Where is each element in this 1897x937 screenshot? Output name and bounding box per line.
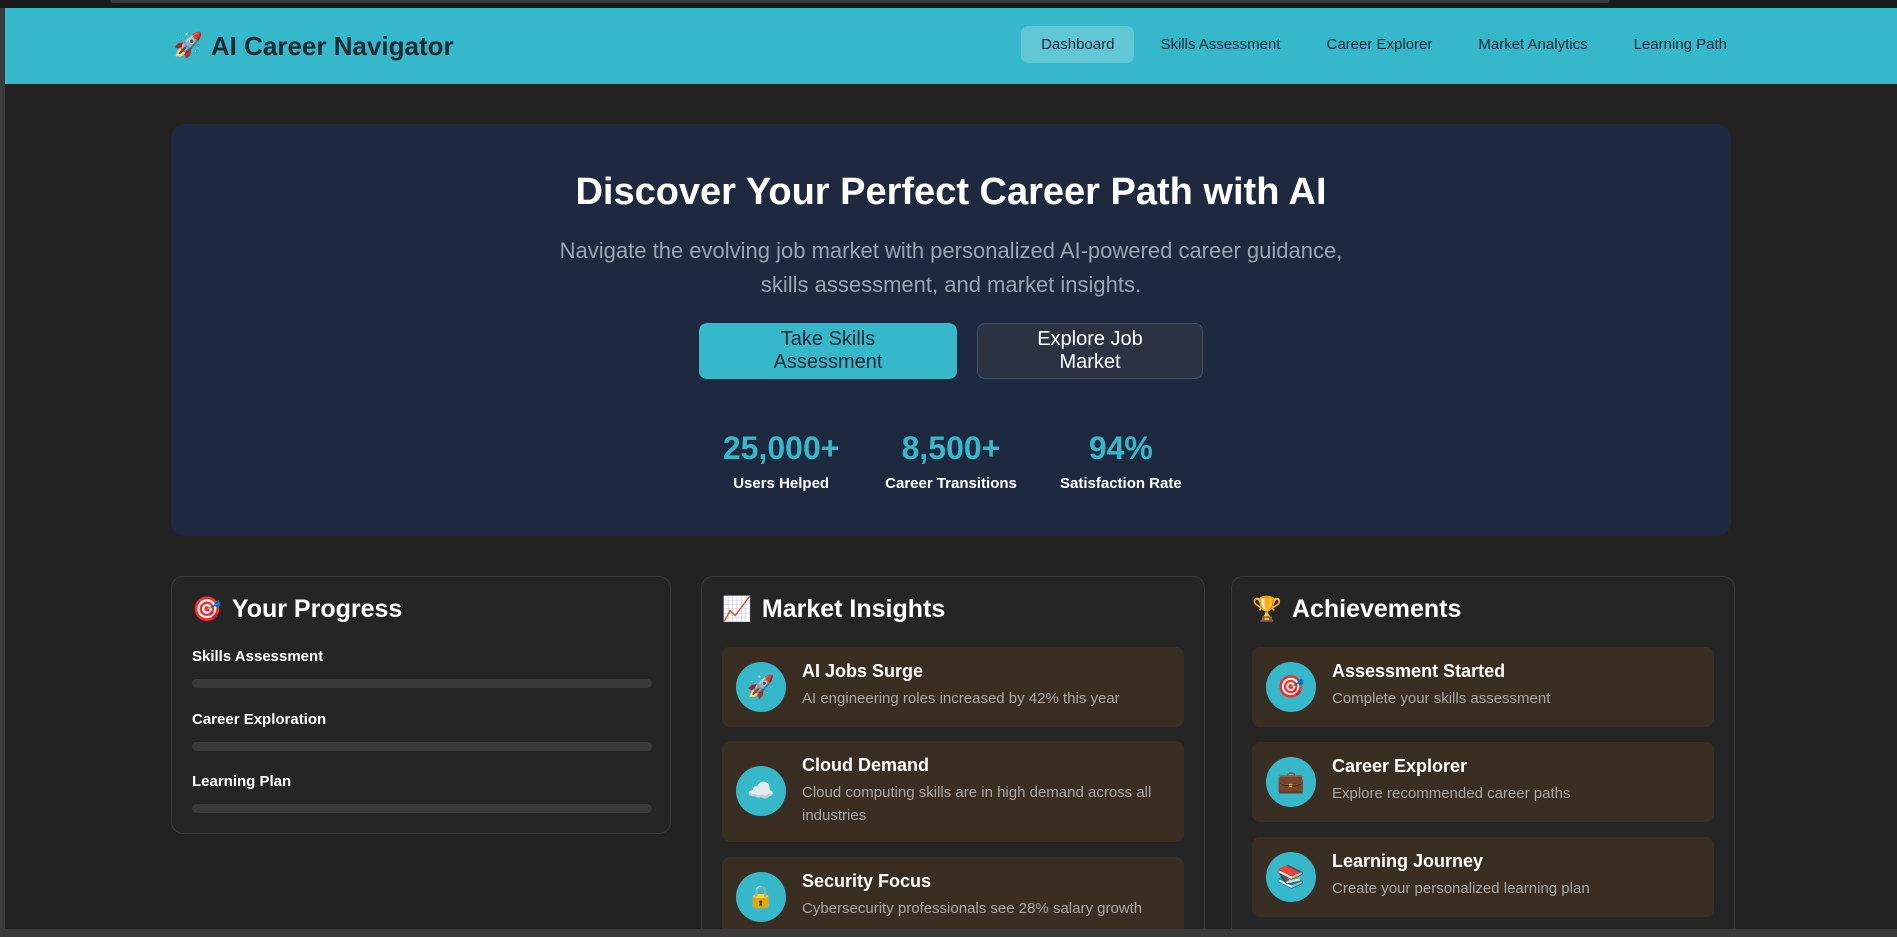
page-viewport: 🚀 AI Career Navigator Dashboard Skills A… xyxy=(5,8,1897,929)
nav-dashboard[interactable]: Dashboard xyxy=(1021,26,1135,63)
stat-users-helped: 25,000+ Users Helped xyxy=(717,430,845,492)
progress-bar xyxy=(192,804,652,813)
progress-card-title: 🎯 Your Progress xyxy=(192,595,402,624)
stat-satisfaction-rate: 94% Satisfaction Rate xyxy=(1057,430,1185,492)
chart-increasing-icon: 📈 xyxy=(722,595,752,623)
insight-item-security-focus[interactable]: 🔒 Security Focus Cybersecurity professio… xyxy=(722,857,1184,929)
achievement-assessment-started[interactable]: 🎯 Assessment Started Complete your skill… xyxy=(1252,647,1714,727)
market-insights-card: 📈 Market Insights 🚀 AI Jobs Surge AI eng… xyxy=(701,576,1205,929)
card-title-text: Achievements xyxy=(1291,595,1462,623)
stat-value: 25,000+ xyxy=(722,430,840,466)
hero-stats: 25,000+ Users Helped 8,500+ Career Trans… xyxy=(171,430,1731,492)
achievement-desc: Explore recommended career paths xyxy=(1332,785,1571,802)
achievement-learning-journey[interactable]: 📚 Learning Journey Create your personali… xyxy=(1252,837,1714,917)
achievement-desc: Create your personalized learning plan xyxy=(1332,880,1590,897)
rocket-icon: 🚀 xyxy=(736,662,786,712)
trophy-icon: 🏆 xyxy=(1252,595,1282,623)
hero-section: Discover Your Perfect Career Path with A… xyxy=(171,124,1731,536)
hero-subtitle: Navigate the evolving job market with pe… xyxy=(559,238,1343,297)
browser-top-strip xyxy=(0,0,1897,8)
target-icon: 🎯 xyxy=(192,595,222,623)
insight-desc: Cybersecurity professionals see 28% sala… xyxy=(802,900,1143,917)
insight-title: Security Focus xyxy=(802,871,932,891)
insight-title: AI Jobs Surge xyxy=(802,661,924,681)
stat-career-transitions: 8,500+ Career Transitions xyxy=(885,430,1017,492)
progress-label: Career Exploration xyxy=(192,711,327,728)
target-icon: 🎯 xyxy=(1266,662,1316,712)
stat-value: 94% xyxy=(1088,430,1153,466)
app-title: AI Career Navigator xyxy=(210,30,454,61)
achievements-card-title: 🏆 Achievements xyxy=(1252,595,1461,624)
briefcase-icon: 💼 xyxy=(1266,757,1316,807)
achievement-title: Career Explorer xyxy=(1332,756,1468,776)
insight-title: Cloud Demand xyxy=(802,755,930,775)
nav-skills-assessment[interactable]: Skills Assessment xyxy=(1140,26,1300,63)
lock-icon: 🔒 xyxy=(736,872,786,922)
achievements-card: 🏆 Achievements 🎯 Assessment Started Comp… xyxy=(1231,576,1735,929)
progress-label: Skills Assessment xyxy=(192,648,324,665)
books-icon: 📚 xyxy=(1266,852,1316,902)
progress-bar xyxy=(192,679,652,688)
achievement-career-explorer[interactable]: 💼 Career Explorer Explore recommended ca… xyxy=(1252,742,1714,822)
stat-label: Career Transitions xyxy=(885,475,1017,492)
card-title-text: Your Progress xyxy=(231,595,403,623)
stat-label: Users Helped xyxy=(733,475,830,492)
stat-value: 8,500+ xyxy=(901,430,1001,466)
rocket-icon: 🚀 xyxy=(173,32,203,59)
nav-market-analytics[interactable]: Market Analytics xyxy=(1458,26,1607,63)
take-skills-assessment-button[interactable]: Take Skills Assessment xyxy=(699,323,957,379)
app-logo[interactable]: 🚀 AI Career Navigator xyxy=(173,30,454,62)
nav-career-explorer[interactable]: Career Explorer xyxy=(1307,26,1453,63)
nav-learning-path[interactable]: Learning Path xyxy=(1614,26,1747,63)
insight-desc: Cloud computing skills are in high deman… xyxy=(802,784,1152,824)
insights-card-title: 📈 Market Insights xyxy=(722,595,945,624)
stat-label: Satisfaction Rate xyxy=(1060,475,1182,492)
achievement-desc: Complete your skills assessment xyxy=(1332,690,1551,707)
window-bottom-border xyxy=(0,929,1897,937)
insight-desc: AI engineering roles increased by 42% th… xyxy=(802,690,1120,707)
main-nav: Dashboard Skills Assessment Career Explo… xyxy=(1021,26,1747,63)
progress-career-exploration: Career Exploration xyxy=(192,711,652,751)
card-title-text: Market Insights xyxy=(761,595,946,623)
progress-skills-assessment: Skills Assessment xyxy=(192,648,652,688)
hero-buttons: Take Skills Assessment Explore Job Marke… xyxy=(171,323,1731,379)
progress-card: 🎯 Your Progress Skills Assessment Career… xyxy=(171,576,671,834)
top-navbar: 🚀 AI Career Navigator Dashboard Skills A… xyxy=(5,8,1897,84)
insight-item-ai-jobs[interactable]: 🚀 AI Jobs Surge AI engineering roles inc… xyxy=(722,647,1184,727)
progress-learning-plan: Learning Plan xyxy=(192,773,652,813)
achievement-title: Learning Journey xyxy=(1332,851,1484,871)
browser-tab-edge xyxy=(110,0,1610,3)
cloud-icon: ☁️ xyxy=(736,766,786,816)
achievement-title: Assessment Started xyxy=(1332,661,1506,681)
insight-item-cloud-demand[interactable]: ☁️ Cloud Demand Cloud computing skills a… xyxy=(722,741,1184,842)
hero-title: Discover Your Perfect Career Path with A… xyxy=(575,171,1327,213)
progress-bar xyxy=(192,742,652,751)
explore-job-market-button[interactable]: Explore Job Market xyxy=(977,323,1203,379)
progress-label: Learning Plan xyxy=(192,773,292,790)
